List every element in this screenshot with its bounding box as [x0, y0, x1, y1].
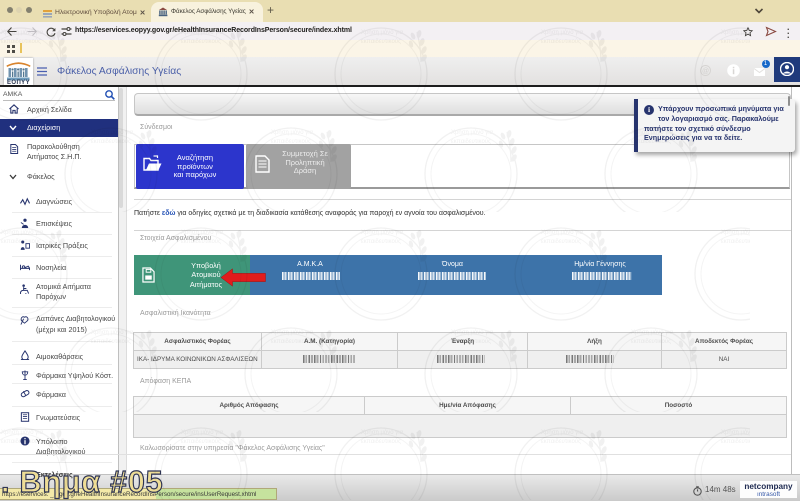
svg-text:ΕΟΠΥΥ: ΕΟΠΥΥ [7, 80, 30, 85]
svg-text:@: @ [702, 68, 709, 75]
